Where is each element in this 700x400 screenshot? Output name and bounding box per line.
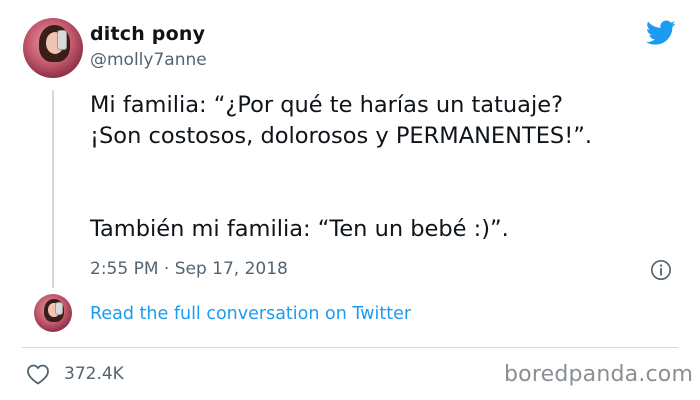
avatar-phone (56, 30, 67, 50)
tweet-text: Mi familia: “¿Por qué te harías un tatua… (90, 90, 680, 245)
info-icon[interactable] (650, 259, 672, 281)
footer-divider (22, 347, 678, 348)
tweet-line-1: Mi familia: “¿Por qué te harías un tatua… (90, 92, 564, 118)
twitter-bird-icon[interactable] (646, 20, 676, 46)
reply-avatar[interactable] (34, 294, 72, 332)
heart-icon[interactable] (26, 363, 50, 385)
read-conversation-link[interactable]: Read the full conversation on Twitter (90, 304, 411, 324)
tweet-line-3: También mi familia: “Ten un bebé :)”. (90, 216, 509, 242)
tweet-timestamp[interactable]: 2:55 PM · Sep 17, 2018 (90, 259, 288, 279)
author-handle[interactable]: @molly7anne (90, 50, 207, 70)
author-display-name[interactable]: ditch pony (90, 23, 205, 45)
avatar-phone (55, 301, 63, 315)
tweet-paragraph-gap (90, 152, 680, 214)
thread-connector-line (52, 90, 54, 288)
tweet-line-2: ¡Son costosos, dolorosos y PERMANENTES!”… (90, 123, 593, 149)
like-count: 372.4K (64, 364, 124, 384)
author-avatar[interactable] (23, 18, 83, 78)
source-watermark: boredpanda.com (504, 362, 694, 387)
